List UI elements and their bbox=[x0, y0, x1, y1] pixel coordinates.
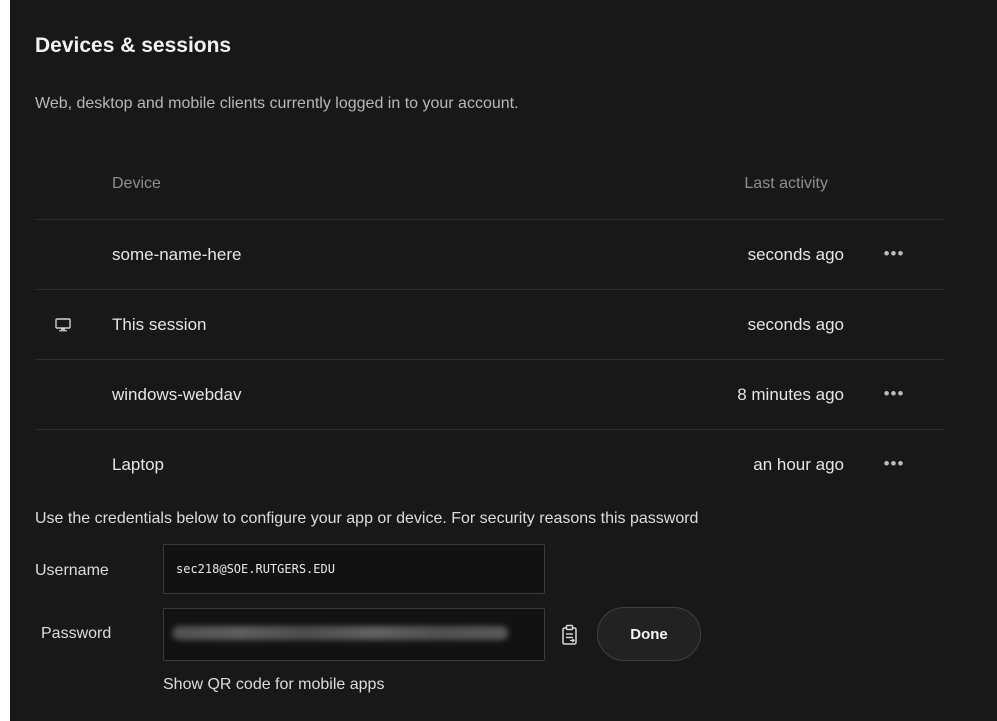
done-button[interactable]: Done bbox=[597, 607, 701, 661]
last-activity: seconds ago bbox=[747, 245, 844, 264]
credentials-instructions: Use the credentials below to configure y… bbox=[35, 510, 699, 527]
username-field[interactable] bbox=[163, 544, 545, 594]
clipboard-icon[interactable] bbox=[561, 624, 579, 646]
device-name: This session bbox=[112, 315, 207, 334]
more-options-icon[interactable]: ••• bbox=[880, 452, 908, 476]
more-options-icon[interactable]: ••• bbox=[880, 242, 908, 266]
table-row[interactable]: windows-webdav 8 minutes ago ••• bbox=[35, 360, 944, 430]
last-activity: an hour ago bbox=[753, 455, 844, 474]
last-activity: seconds ago bbox=[747, 315, 844, 334]
blurred-password-value bbox=[172, 626, 508, 640]
username-input[interactable] bbox=[176, 562, 526, 576]
device-name: Laptop bbox=[112, 455, 164, 474]
table-row[interactable]: Laptop an hour ago ••• bbox=[35, 430, 944, 500]
column-header-device: Device bbox=[112, 175, 161, 192]
page-title: Devices & sessions bbox=[35, 34, 232, 57]
devices-sessions-panel: Devices & sessions Web, desktop and mobi… bbox=[10, 0, 997, 721]
table-row[interactable]: This session seconds ago bbox=[35, 290, 944, 360]
column-header-last-activity: Last activity bbox=[744, 175, 828, 192]
page-subtitle: Web, desktop and mobile clients currentl… bbox=[35, 95, 519, 112]
monitor-icon bbox=[55, 318, 71, 332]
show-qr-code-link[interactable]: Show QR code for mobile apps bbox=[163, 676, 384, 694]
table-header: Device Last activity bbox=[35, 150, 944, 220]
last-activity: 8 minutes ago bbox=[737, 385, 844, 404]
sessions-table: Device Last activity some-name-here seco… bbox=[35, 150, 944, 500]
more-options-icon[interactable]: ••• bbox=[880, 382, 908, 406]
password-field[interactable] bbox=[163, 608, 545, 661]
device-name: windows-webdav bbox=[112, 385, 242, 404]
device-name: some-name-here bbox=[112, 245, 242, 264]
password-label: Password bbox=[41, 625, 112, 642]
table-row[interactable]: some-name-here seconds ago ••• bbox=[35, 220, 944, 290]
username-label: Username bbox=[35, 562, 109, 579]
